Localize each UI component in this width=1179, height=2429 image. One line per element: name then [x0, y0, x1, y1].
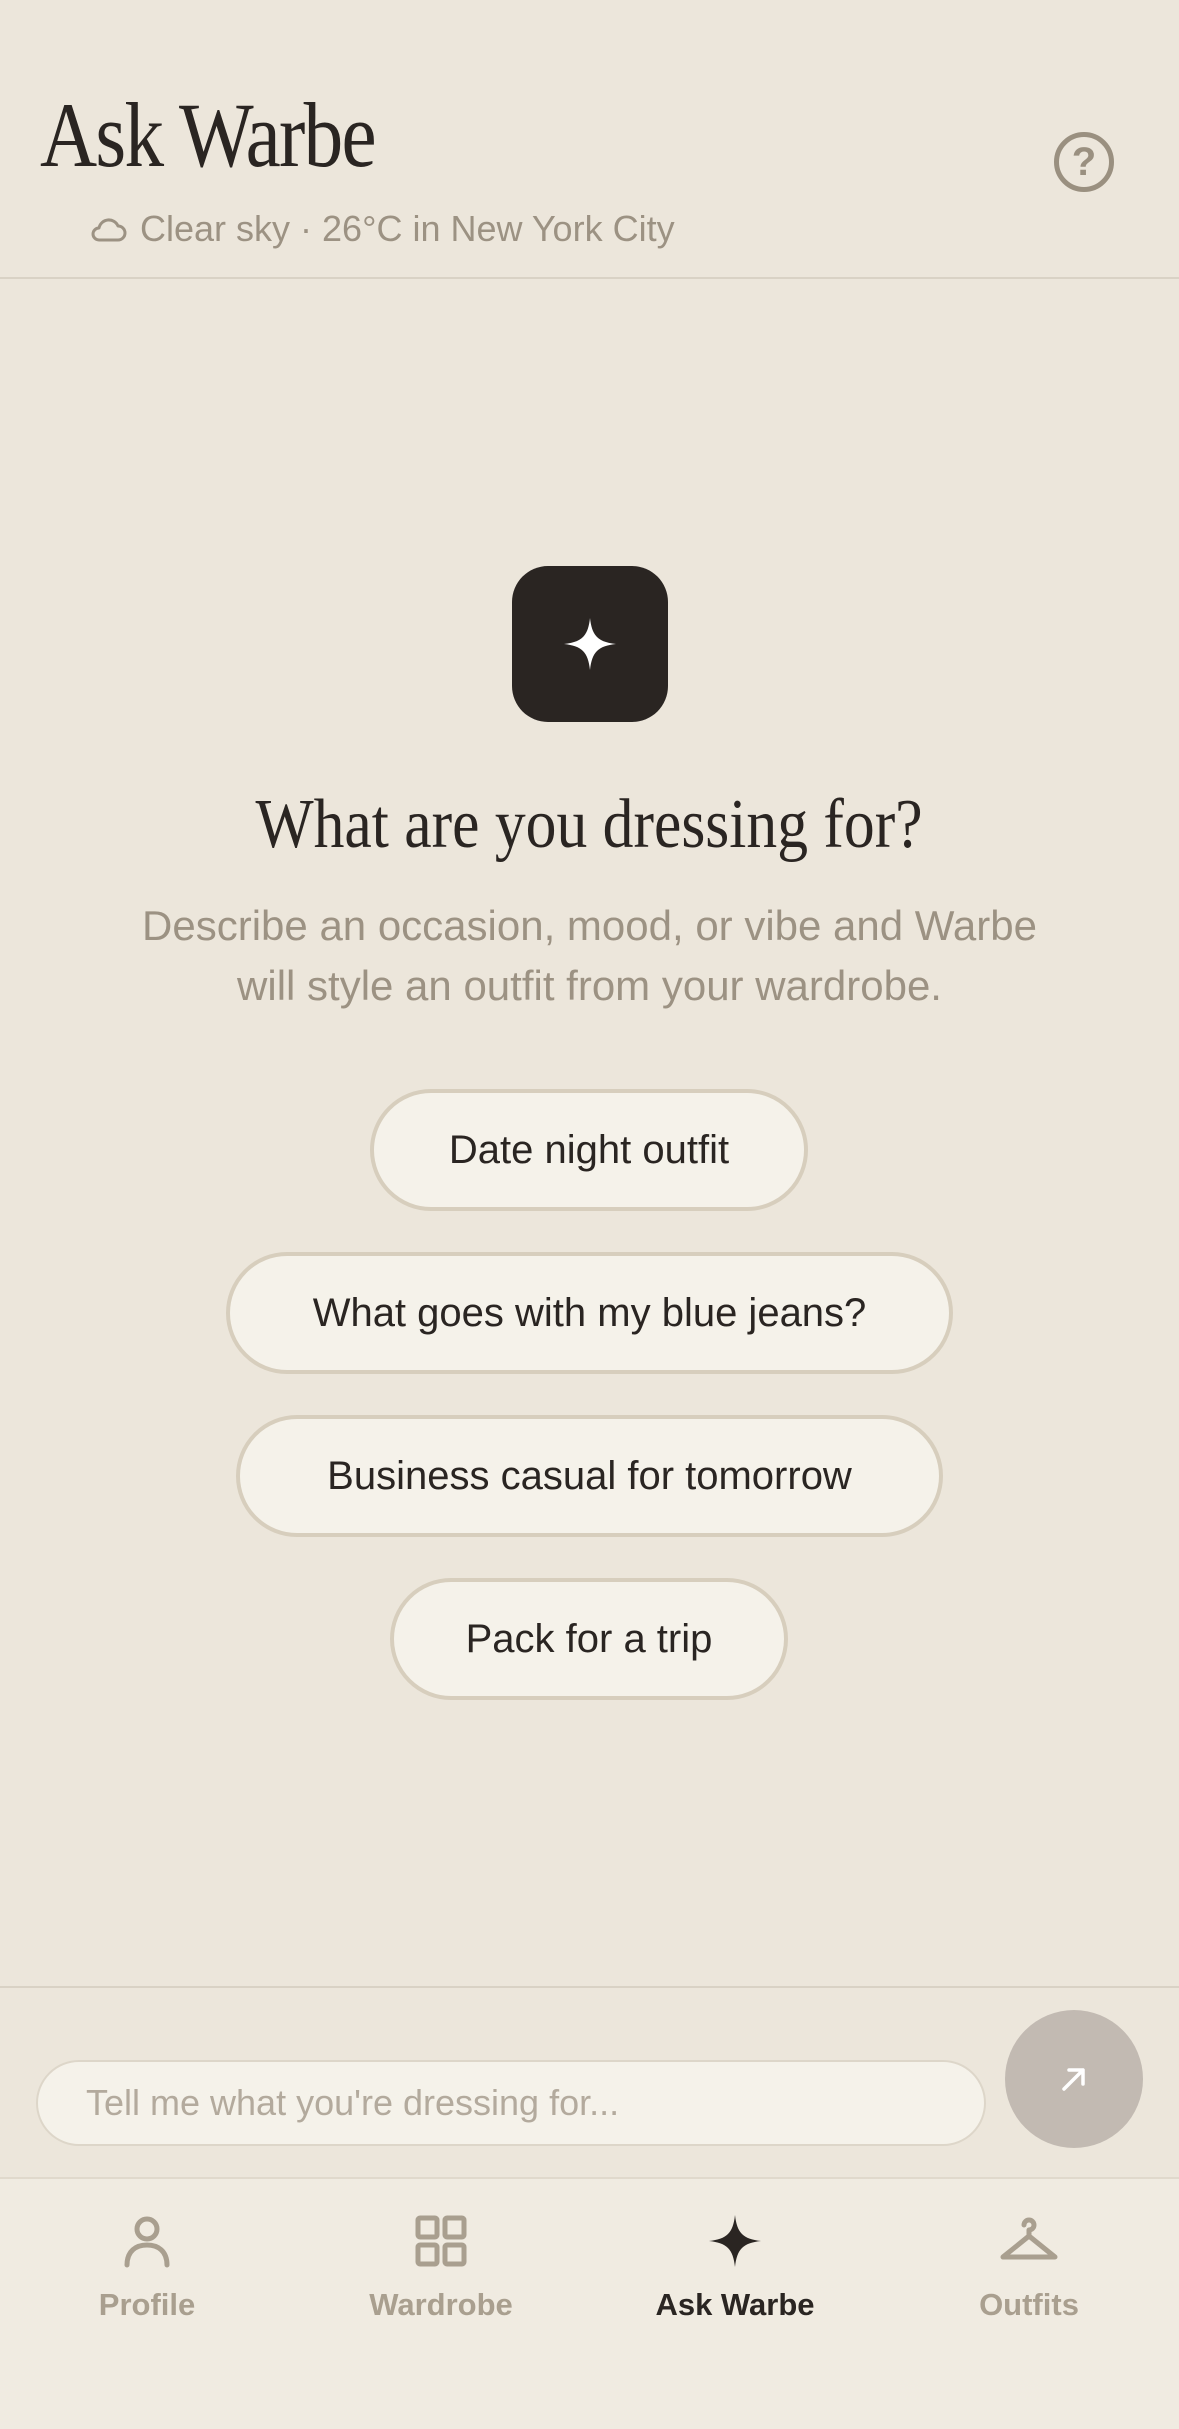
prompt-input[interactable]	[36, 2060, 986, 2146]
app-header: Ask Warbe ? Clear sky · 26°C in New York…	[0, 0, 1179, 279]
arrow-up-right-icon	[1062, 2068, 1085, 2091]
hero-title: What are you dressing for?	[255, 786, 924, 863]
suggestion-chip-pack-trip[interactable]: Pack for a trip	[390, 1578, 788, 1700]
sparkle-icon	[709, 2215, 761, 2267]
composer-divider	[0, 1986, 1179, 1988]
send-button[interactable]	[1005, 2010, 1143, 2148]
help-button[interactable]: ?	[1054, 132, 1114, 192]
bottom-tab-bar: Profile Wardrobe Ask Warbe Outfits	[0, 2177, 1179, 2429]
tab-outfits[interactable]: Outfits	[882, 2209, 1176, 2339]
tab-ask-warbe[interactable]: Ask Warbe	[588, 2209, 882, 2339]
grid-icon	[415, 2215, 467, 2267]
weather-status: Clear sky · 26°C in New York City	[88, 205, 675, 253]
sparkle-icon	[564, 618, 616, 670]
hero-sparkle-badge	[512, 566, 668, 722]
tab-label: Wardrobe	[369, 2287, 513, 2322]
tab-label: Ask Warbe	[655, 2287, 815, 2322]
hero-subtitle: Describe an occasion, mood, or vibe and …	[142, 902, 1037, 1009]
tab-label: Outfits	[979, 2287, 1079, 2322]
page-title: Ask Warbe	[40, 84, 377, 186]
tab-profile[interactable]: Profile	[0, 2209, 294, 2339]
tab-wardrobe[interactable]: Wardrobe	[294, 2209, 588, 2339]
suggestion-chip-business-casual[interactable]: Business casual for tomorrow	[236, 1415, 943, 1537]
hanger-icon	[1000, 2217, 1058, 2260]
person-icon	[124, 2216, 170, 2268]
suggestion-chip-date-night[interactable]: Date night outfit	[370, 1089, 808, 1211]
tab-label: Profile	[98, 2287, 196, 2322]
weather-text: Clear sky · 26°C in New York City	[140, 208, 675, 249]
cloud-icon	[91, 218, 127, 242]
question-circle-icon: ?	[1071, 140, 1097, 184]
suggestion-chip-blue-jeans[interactable]: What goes with my blue jeans?	[226, 1252, 953, 1374]
